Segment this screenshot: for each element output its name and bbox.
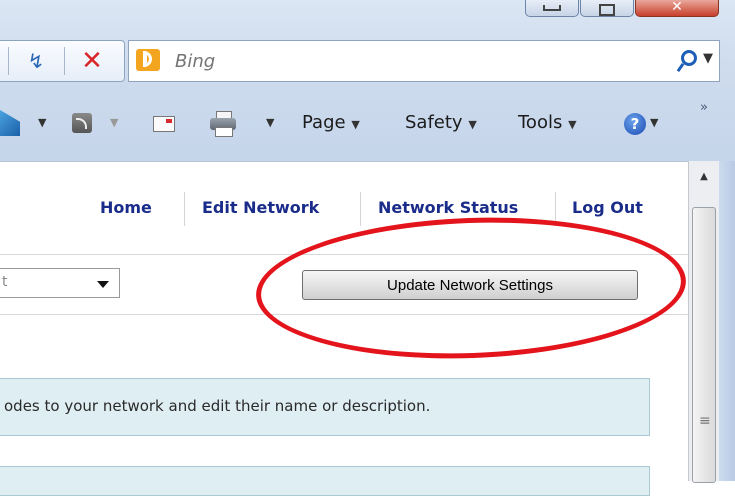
divider	[0, 254, 688, 255]
search-options-dropdown-icon[interactable]: ▼	[703, 51, 713, 66]
search-icon[interactable]	[676, 48, 697, 73]
info-panel: odes to your network and edit their name…	[0, 378, 650, 436]
separator	[8, 47, 9, 75]
separator	[64, 47, 65, 75]
feeds-dropdown-icon[interactable]: ▼	[110, 108, 118, 138]
page-content: Home Edit Network Network Status Log Out…	[0, 161, 688, 496]
separator	[555, 192, 556, 226]
tools-menu-label: Tools	[518, 112, 563, 133]
mail-icon[interactable]	[153, 116, 175, 132]
chevron-down-icon: ▼	[468, 118, 477, 131]
divider	[0, 314, 688, 315]
safety-menu[interactable]: Safety ▼	[405, 108, 477, 138]
page-menu[interactable]: Page ▼	[302, 108, 360, 138]
close-window-button[interactable]: ✕	[635, 0, 719, 17]
minimize-button[interactable]	[525, 0, 579, 17]
window-frame	[719, 161, 735, 481]
info-text: odes to your network and edit their name…	[4, 397, 431, 415]
minimize-icon	[543, 5, 561, 11]
feeds-icon[interactable]	[72, 113, 92, 133]
nav-network-status-link[interactable]: Network Status	[378, 198, 518, 217]
tools-menu[interactable]: Tools ▼	[518, 108, 577, 138]
print-dropdown-icon[interactable]: ▼	[266, 108, 274, 138]
close-icon: ✕	[671, 0, 683, 15]
help-icon[interactable]: ?	[624, 113, 646, 135]
network-select-value: t	[2, 274, 8, 290]
browser-chrome: ✕ ↯ ✕ ▼ ▼ ▼ ▼ Page ▼ Safety ▼ Too	[0, 0, 735, 161]
bing-logo-icon	[136, 49, 160, 71]
chevron-down-icon	[97, 281, 109, 288]
network-select[interactable]: t	[0, 268, 120, 298]
safety-menu-label: Safety	[405, 112, 463, 133]
chevron-down-icon: ▼	[351, 118, 360, 131]
maximize-button[interactable]	[580, 0, 634, 17]
command-bar: ▼ ▼ ▼ Page ▼ Safety ▼ Tools ▼ ? ▼ »	[0, 98, 735, 148]
vertical-scrollbar[interactable]: ▲ ≡	[688, 161, 719, 483]
nav-edit-network-link[interactable]: Edit Network	[202, 198, 319, 217]
help-dropdown-icon[interactable]: ▼	[650, 108, 658, 138]
print-icon[interactable]	[210, 111, 236, 137]
navigation-buttons: ↯ ✕	[0, 40, 125, 82]
info-panel-secondary	[0, 466, 650, 496]
search-box: ▼	[128, 40, 720, 82]
maximize-icon	[599, 4, 615, 16]
more-commands-icon[interactable]: »	[700, 100, 708, 115]
home-dropdown-icon[interactable]: ▼	[38, 108, 46, 138]
home-icon[interactable]	[0, 110, 20, 136]
refresh-icon[interactable]: ↯	[22, 49, 50, 73]
separator	[360, 192, 361, 226]
scroll-thumb[interactable]: ≡	[692, 207, 716, 483]
nav-home-link[interactable]: Home	[100, 198, 152, 217]
separator	[184, 192, 185, 226]
scroll-up-icon[interactable]: ▲	[689, 167, 719, 187]
update-network-settings-button[interactable]: Update Network Settings	[302, 270, 638, 300]
chevron-down-icon: ▼	[568, 118, 577, 131]
search-input[interactable]	[173, 47, 657, 75]
nav-log-out-link[interactable]: Log Out	[572, 198, 643, 217]
grip-icon: ≡	[699, 413, 711, 429]
page-menu-label: Page	[302, 112, 346, 133]
stop-icon[interactable]: ✕	[78, 46, 106, 76]
